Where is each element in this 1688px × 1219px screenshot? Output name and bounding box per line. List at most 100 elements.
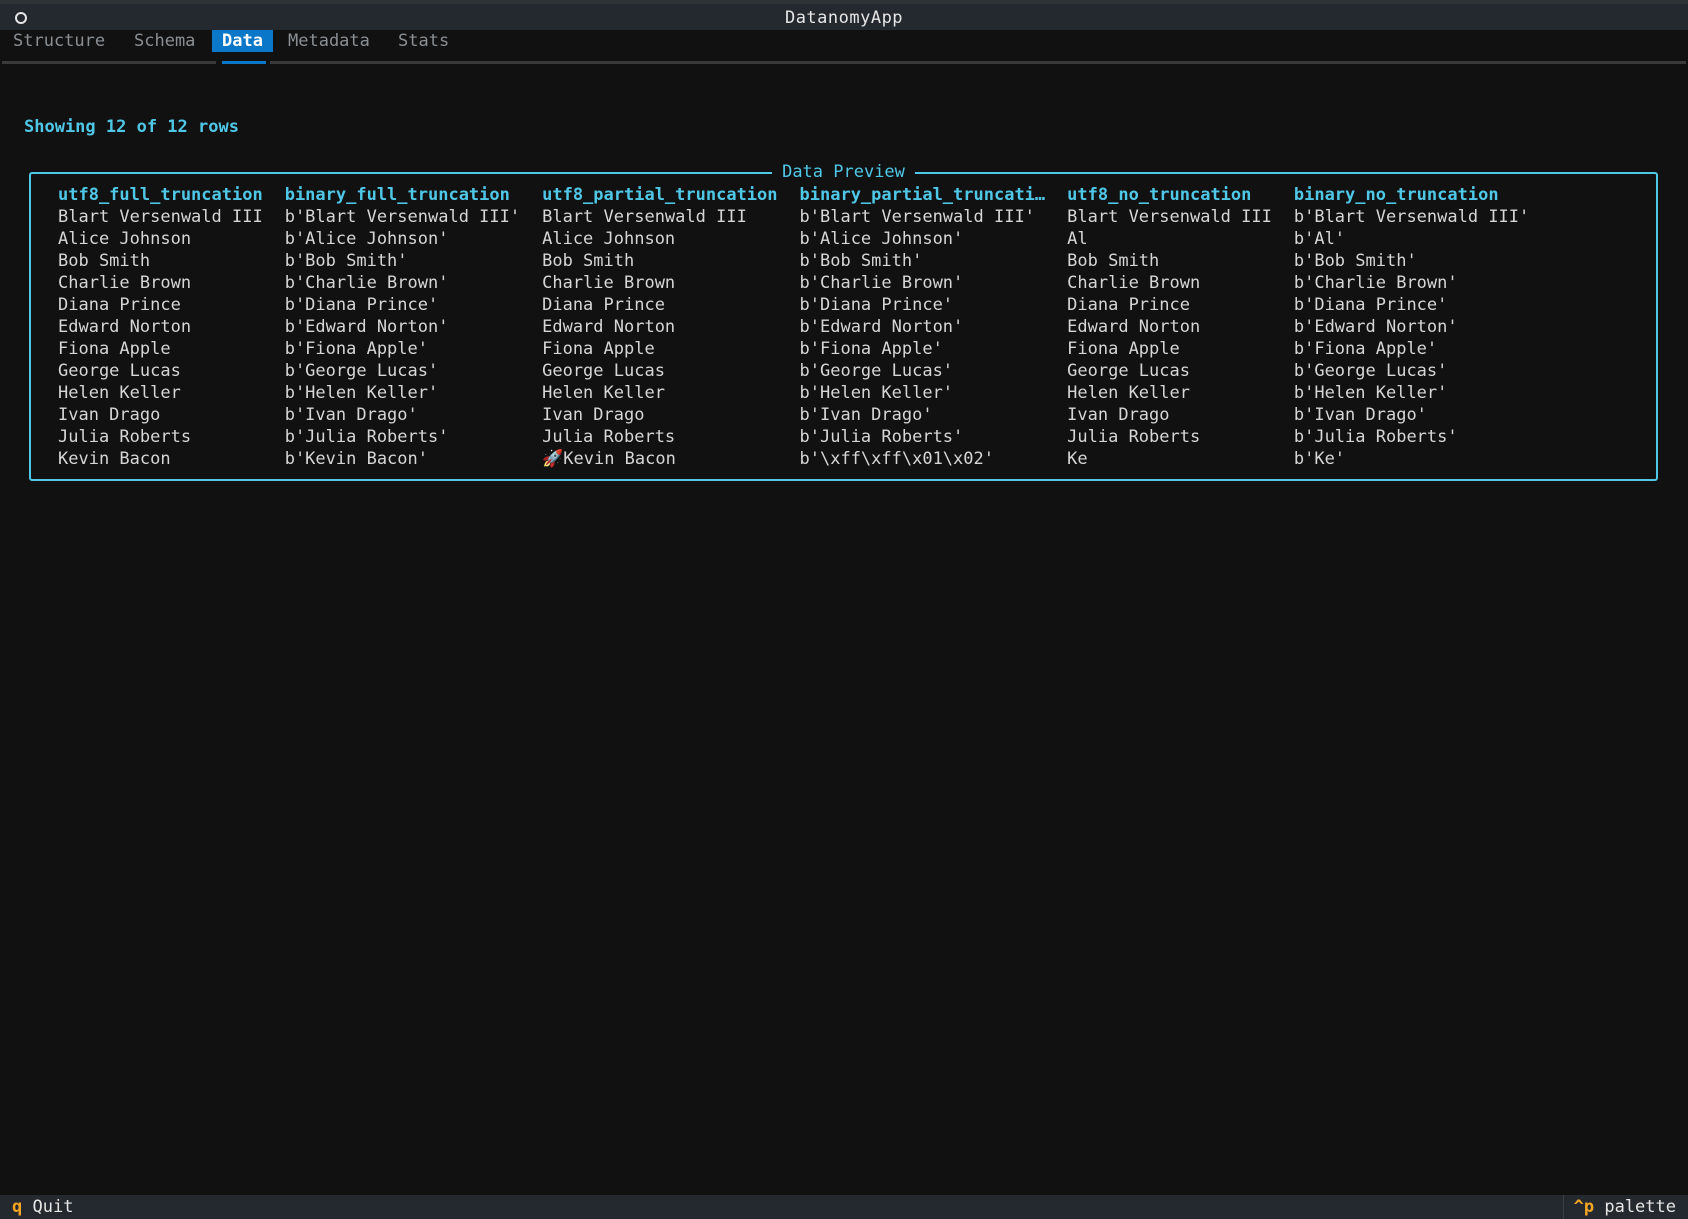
table-cell: b'George Lucas' [284,361,439,381]
table-cell: Charlie Brown [58,273,192,293]
tab-data[interactable]: Data [212,30,273,52]
table-row[interactable]: George Lucas b'George Lucas' George Luca… [58,360,1551,382]
table-cell: Helen Keller [542,383,665,403]
tab-metadata[interactable]: Metadata [286,30,372,52]
table-cell: b'George Lucas' [799,361,954,381]
table-cell: Edward Norton [542,317,676,337]
table-cell: George Lucas [58,361,181,381]
table-row[interactable]: Ivan Drago b'Ivan Drago' Ivan Drago b'Iv… [58,404,1551,426]
table-row[interactable]: Diana Prince b'Diana Prince' Diana Princ… [58,294,1551,316]
column-header[interactable]: binary_full_truncation [285,184,542,206]
column-header[interactable]: utf8_no_truncation [1067,184,1294,206]
table-cell: Edward Norton [58,317,192,337]
table-cell: Charlie Brown [1067,273,1201,293]
table-cell: b'Julia Roberts' [1293,427,1458,447]
title-bar: DatanomyApp [0,0,1688,30]
tab-underline [2,61,216,64]
table-cell: b'Diana Prince' [284,295,439,315]
table-cell: Bob Smith [1067,251,1160,271]
table-row[interactable]: Bob Smith b'Bob Smith' Bob Smith b'Bob S… [58,250,1551,272]
table-row[interactable]: Alice Johnson b'Alice Johnson' Alice Joh… [58,228,1551,250]
column-header[interactable]: utf8_full_truncation [58,184,285,206]
quit-binding[interactable]: q Quit [12,1195,73,1219]
table-cell: b'Julia Roberts' [799,427,964,447]
table-cell: b'Bob Smith' [799,251,923,271]
tab-schema[interactable]: Schema [132,30,197,52]
table-cell: b'Blart Versenwald III' [284,207,521,227]
data-table: utf8_full_truncation binary_full_truncat… [58,184,1551,470]
table-cell: b'Diana Prince' [1293,295,1448,315]
table-row[interactable]: Blart Versenwald III b'Blart Versenwald … [58,206,1551,228]
table-cell: Blart Versenwald III [1067,207,1272,227]
table-cell: b'Ke' [1293,449,1346,469]
table-cell: Al [1067,229,1088,249]
quit-key: q [12,1197,23,1217]
table-cell: Fiona Apple [58,339,171,359]
table-cell: b'\xff\xff\x01\x02' [799,449,994,469]
table-cell: Charlie Brown [542,273,676,293]
table-cell: Bob Smith [58,251,151,271]
table-cell: Alice Johnson [542,229,676,249]
table-cell: Ivan Drago [1067,405,1170,425]
table-cell: Fiona Apple [1067,339,1180,359]
column-header[interactable]: binary_no_truncation [1294,184,1551,206]
table-cell: b'Julia Roberts' [284,427,449,447]
table-cell: b'Bob Smith' [1293,251,1417,271]
tab-structure[interactable]: Structure [11,30,107,52]
table-cell: b'Helen Keller' [1293,383,1448,403]
tab-underline [270,61,1686,64]
table-cell: Alice Johnson [58,229,192,249]
tab-stats[interactable]: Stats [396,30,451,52]
palette-binding[interactable]: ^p palette [1562,1195,1676,1219]
table-cell: b'Charlie Brown' [284,273,449,293]
table-row[interactable]: Edward Norton b'Edward Norton' Edward No… [58,316,1551,338]
table-cell: b'Ivan Drago' [284,405,418,425]
tab-underline-active [222,61,266,64]
table-cell: Blart Versenwald III [542,207,747,227]
table-cell: Julia Roberts [58,427,192,447]
footer-bar: q Quit ^p palette [0,1195,1688,1219]
table-cell: George Lucas [1067,361,1190,381]
table-cell: b'Kevin Bacon' [284,449,428,469]
data-preview-title: Data Preview [772,162,915,182]
data-preview-panel: Data Preview utf8_full_truncation binary… [29,162,1658,481]
table-cell: b'Helen Keller' [799,383,954,403]
table-cell: 🚀Kevin Bacon [542,449,676,469]
table-cell: Ivan Drago [58,405,161,425]
table-cell: b'Alice Johnson' [284,229,449,249]
table-cell: Edward Norton [1067,317,1201,337]
table-cell: b'Charlie Brown' [1293,273,1458,293]
table-cell: Blart Versenwald III [58,207,263,227]
table-cell: b'Diana Prince' [799,295,954,315]
table-row[interactable]: Helen Keller b'Helen Keller' Helen Kelle… [58,382,1551,404]
table-cell: Julia Roberts [1067,427,1201,447]
column-header[interactable]: binary_partial_truncati… [800,184,1068,206]
table-cell: b'Edward Norton' [1293,317,1458,337]
table-row[interactable]: Julia Roberts b'Julia Roberts' Julia Rob… [58,426,1551,448]
table-cell: Diana Prince [1067,295,1190,315]
table-cell: Julia Roberts [542,427,676,447]
table-cell: Kevin Bacon [58,449,171,469]
palette-label: palette [1604,1197,1676,1217]
tab-bar: Structure Schema Data Metadata Stats [0,30,1688,64]
table-cell: Diana Prince [58,295,181,315]
table-cell: George Lucas [542,361,665,381]
table-row[interactable]: Fiona Apple b'Fiona Apple' Fiona Apple b… [58,338,1551,360]
table-cell: Ke [1067,449,1088,469]
column-header[interactable]: utf8_partial_truncation [542,184,799,206]
palette-key: ^p [1573,1197,1595,1217]
table-cell: b'Fiona Apple' [799,339,943,359]
table-cell: b'Bob Smith' [284,251,408,271]
table-cell: b'George Lucas' [1293,361,1448,381]
table-cell: b'Alice Johnson' [799,229,964,249]
table-row[interactable]: Kevin Bacon b'Kevin Bacon' 🚀Kevin Bacon … [58,448,1551,470]
table-cell: Bob Smith [542,251,635,271]
table-cell: b'Edward Norton' [799,317,964,337]
table-cell: b'Blart Versenwald III' [1293,207,1530,227]
table-cell: b'Helen Keller' [284,383,439,403]
table-header-row: utf8_full_truncation binary_full_truncat… [58,184,1551,206]
table-cell: Fiona Apple [542,339,655,359]
table-cell: b'Ivan Drago' [1293,405,1427,425]
table-cell: b'Fiona Apple' [284,339,428,359]
table-row[interactable]: Charlie Brown b'Charlie Brown' Charlie B… [58,272,1551,294]
